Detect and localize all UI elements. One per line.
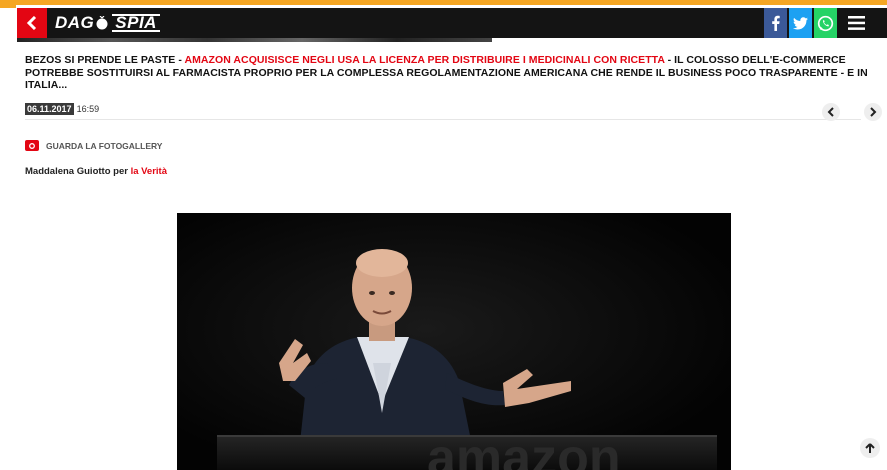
article-date: 06.11.2017 <box>25 103 74 115</box>
back-arrow-icon <box>26 16 37 30</box>
site-logo[interactable]: DAG SPIA <box>55 12 160 34</box>
whatsapp-share-button[interactable] <box>814 8 837 38</box>
speaker-on-stage-image: amazon <box>177 213 731 470</box>
gallery-label: GUARDA LA FOTOGALLERY <box>46 140 163 151</box>
article-time: 16:59 <box>76 104 100 114</box>
logo-text-spia: SPIA <box>112 14 160 32</box>
chevron-left-icon <box>827 107 834 117</box>
camera-icon <box>25 140 39 151</box>
facebook-share-button[interactable] <box>764 8 787 38</box>
arrow-up-icon <box>865 442 875 453</box>
back-button[interactable] <box>17 8 47 38</box>
site-header: DAG SPIA <box>17 8 887 42</box>
article-meta: 06.11.2017 16:59 <box>25 103 99 115</box>
top-accent-strip <box>0 0 887 5</box>
meta-divider <box>25 119 861 120</box>
hamburger-menu-icon <box>847 16 865 30</box>
facebook-icon <box>772 15 780 31</box>
next-article-button[interactable] <box>864 103 882 121</box>
article-photo: amazon <box>177 213 731 470</box>
hamburger-menu-button[interactable] <box>841 8 871 38</box>
whatsapp-icon <box>817 15 834 31</box>
previous-article-button[interactable] <box>822 103 840 121</box>
photo-gallery-link[interactable]: GUARDA LA FOTOGALLERY <box>25 140 162 151</box>
top-accent-corner <box>0 5 16 8</box>
byline-source-link[interactable]: la Verità <box>131 166 167 177</box>
article-byline: Maddalena Guiotto per la Verità <box>25 166 167 177</box>
logo-text-dag: DAG <box>55 13 95 32</box>
twitter-share-button[interactable] <box>789 8 812 38</box>
scroll-to-top-button[interactable] <box>860 438 880 458</box>
header-photo-strip <box>17 38 492 42</box>
headline-highlight: AMAZON ACQUISISCE NEGLI USA LA LICENZA P… <box>184 54 665 66</box>
article-headline: BEZOS SI PRENDE LE PASTE - AMAZON ACQUIS… <box>25 54 875 92</box>
logo-globe-icon <box>96 16 108 30</box>
svg-text:amazon: amazon <box>427 429 621 470</box>
byline-author: Maddalena Guiotto per <box>25 166 131 177</box>
chevron-right-icon <box>870 107 877 117</box>
headline-intro: BEZOS SI PRENDE LE PASTE - <box>25 54 185 66</box>
twitter-icon <box>793 16 808 29</box>
